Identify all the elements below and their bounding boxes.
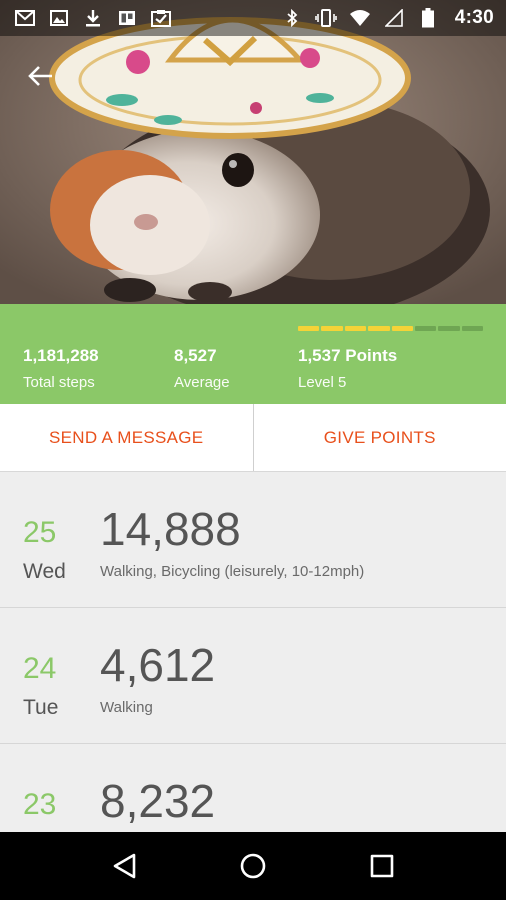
day-activities: Walking — [100, 699, 153, 716]
progress-segment-filled — [321, 326, 343, 331]
total-steps-label: Total steps — [23, 374, 95, 391]
progress-segment-empty — [438, 326, 460, 331]
progress-segment-empty — [461, 326, 483, 331]
points-value: 1,537 Points — [298, 346, 398, 365]
vibrate-icon — [314, 9, 337, 27]
day-date: 23 — [23, 788, 57, 821]
total-steps-value: 1,181,288 — [23, 346, 99, 365]
nav-back-button[interactable] — [104, 846, 144, 886]
day-date: 25 — [23, 516, 57, 549]
circle-home-icon — [240, 853, 266, 879]
arrow-back-icon — [28, 66, 52, 86]
progress-segment-filled — [368, 326, 390, 331]
battery-icon — [417, 8, 439, 28]
trello-icon — [116, 9, 138, 27]
status-bar: 4:30 — [0, 0, 506, 36]
average-label: Average — [174, 374, 230, 391]
signal-icon — [383, 9, 405, 27]
day-of-week: Wed — [23, 560, 66, 583]
points-stat: 1,537 Points Level 5 — [298, 346, 397, 391]
give-points-button[interactable]: GIVE POINTS — [253, 404, 506, 471]
back-button[interactable] — [20, 56, 60, 96]
triangle-back-icon — [114, 853, 136, 879]
image-icon — [48, 9, 70, 27]
list-item[interactable]: 25 Wed 14,888 Walking, Bicycling (leisur… — [0, 472, 506, 608]
send-message-button[interactable]: SEND A MESSAGE — [0, 404, 253, 471]
daily-steps-list[interactable]: 25 Wed 14,888 Walking, Bicycling (leisur… — [0, 472, 506, 832]
progress-segment-empty — [414, 326, 437, 331]
download-icon — [82, 9, 104, 27]
day-of-week: Tue — [23, 696, 59, 719]
stats-bar: 1,181,288 Total steps 8,527 Average 1,53… — [0, 304, 506, 404]
square-recents-icon — [370, 854, 393, 878]
level-label: Level 5 — [298, 374, 347, 391]
wifi-icon — [349, 9, 371, 27]
average-value: 8,527 — [174, 346, 217, 365]
day-steps: 8,232 — [100, 775, 216, 827]
nav-home-button[interactable] — [233, 846, 273, 886]
day-date: 24 — [23, 652, 57, 685]
guinea-pig-photo — [0, 0, 506, 304]
day-steps: 4,612 — [100, 639, 216, 691]
progress-segment-filled — [391, 326, 413, 331]
clipboard-check-icon — [150, 9, 172, 27]
day-activities: Walking, Bicycling (leisurely, 10-12mph) — [100, 563, 365, 580]
navigation-bar — [0, 832, 506, 900]
nav-recents-button[interactable] — [362, 846, 402, 886]
list-item[interactable]: 24 Tue 4,612 Walking — [0, 608, 506, 744]
average-stat: 8,527 Average — [174, 346, 230, 391]
progress-segment-filled — [344, 326, 367, 331]
status-time: 4:30 — [454, 7, 494, 28]
progress-segment-filled — [298, 326, 320, 331]
day-steps: 14,888 — [100, 503, 241, 555]
bluetooth-icon — [281, 9, 303, 27]
level-progress-bar — [298, 326, 483, 331]
action-buttons: SEND A MESSAGE GIVE POINTS — [0, 404, 506, 472]
list-item[interactable]: 23 8,232 — [0, 744, 506, 832]
mail-icon — [14, 9, 36, 27]
total-steps-stat: 1,181,288 Total steps — [23, 346, 99, 391]
hero-photo — [0, 0, 506, 304]
